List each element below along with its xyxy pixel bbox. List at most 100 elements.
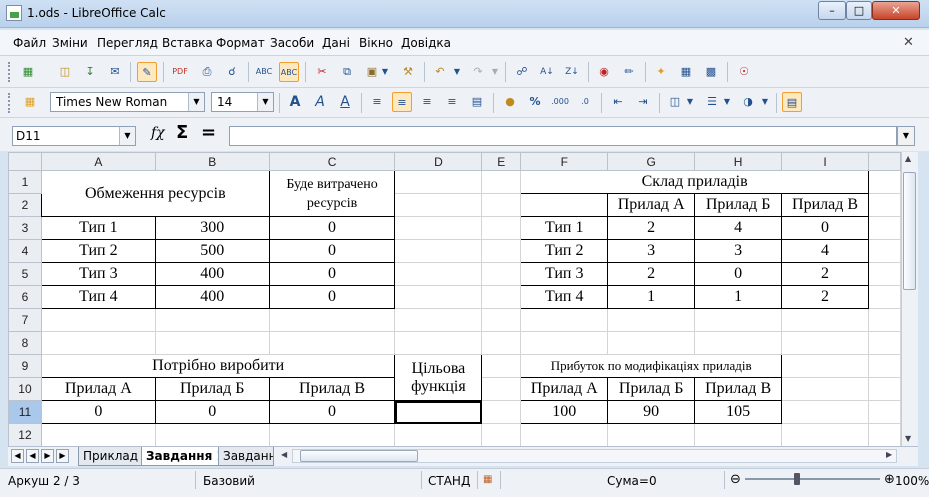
- maximize-button[interactable]: □: [846, 1, 872, 20]
- decrease-indent-icon[interactable]: ⇤: [608, 92, 628, 112]
- resource-type-cell[interactable]: Тип 4: [40, 285, 156, 309]
- cell[interactable]: [868, 331, 901, 355]
- cell[interactable]: [481, 193, 522, 217]
- resource-type-cell[interactable]: Тип 3: [40, 262, 156, 286]
- add-decimal-icon[interactable]: .0: [575, 92, 595, 112]
- resource-spent-cell[interactable]: 0: [268, 216, 396, 240]
- composition-value-cell[interactable]: 3: [607, 239, 696, 263]
- scroll-right-icon[interactable]: ▶: [886, 450, 892, 459]
- zoom-slider-track[interactable]: [745, 478, 880, 480]
- export-pdf-icon[interactable]: PDF: [170, 62, 190, 82]
- email-icon[interactable]: ✉: [105, 62, 125, 82]
- edit-mode-icon[interactable]: ✎: [137, 62, 157, 82]
- column-header-f[interactable]: F: [520, 152, 609, 171]
- border-style-icon[interactable]: ☰: [702, 92, 722, 112]
- chart-icon[interactable]: ◉: [594, 62, 614, 82]
- cell[interactable]: [481, 285, 522, 309]
- navigator-icon[interactable]: ✦: [651, 62, 671, 82]
- cell[interactable]: [40, 423, 156, 446]
- menu-file[interactable]: Файл: [13, 36, 46, 50]
- menu-window[interactable]: Вікно: [359, 36, 393, 50]
- next-sheet-icon[interactable]: ▶: [41, 449, 54, 463]
- expand-formula-bar-icon[interactable]: ▼: [897, 126, 915, 146]
- production-value-cell[interactable]: 0: [154, 400, 270, 424]
- cell[interactable]: [481, 377, 522, 401]
- composition-header-cell[interactable]: Прилад А: [607, 193, 696, 217]
- print-icon[interactable]: ⎙: [197, 62, 217, 82]
- sidebar-toggle-icon[interactable]: ▤: [782, 92, 802, 112]
- composition-value-cell[interactable]: 0: [781, 216, 870, 240]
- resource-type-cell[interactable]: Тип 2: [40, 239, 156, 263]
- cell[interactable]: [394, 216, 483, 240]
- cell[interactable]: [268, 423, 396, 446]
- italic-icon[interactable]: A: [310, 92, 330, 112]
- sheet-tab-task-2[interactable]: Завданн: [218, 447, 274, 466]
- sort-ascending-icon[interactable]: A↓: [537, 62, 557, 82]
- composition-type-cell[interactable]: Тип 2: [520, 239, 609, 263]
- production-value-cell[interactable]: 0: [40, 400, 156, 424]
- new-document-icon[interactable]: ▦: [18, 62, 38, 82]
- column-header-e[interactable]: E: [481, 152, 522, 171]
- production-header-cell[interactable]: Прилад А: [40, 377, 156, 401]
- cell[interactable]: [268, 308, 396, 332]
- cell[interactable]: [154, 331, 270, 355]
- cell[interactable]: [868, 239, 901, 263]
- composition-value-cell[interactable]: 0: [694, 262, 783, 286]
- cell[interactable]: [520, 331, 609, 355]
- first-sheet-icon[interactable]: ◀: [11, 449, 24, 463]
- cell[interactable]: [481, 423, 522, 446]
- cell[interactable]: [394, 308, 483, 332]
- cell[interactable]: [394, 239, 483, 263]
- menu-data[interactable]: Дані: [322, 36, 350, 50]
- undo-dropdown-icon[interactable]: ▼: [452, 62, 462, 82]
- cell[interactable]: [481, 239, 522, 263]
- composition-title-cell[interactable]: Склад приладів: [520, 170, 870, 194]
- production-header-cell[interactable]: Прилад Б: [154, 377, 270, 401]
- cell[interactable]: [154, 308, 270, 332]
- increase-indent-icon[interactable]: ⇥: [633, 92, 653, 112]
- gallery-icon[interactable]: ▦: [676, 62, 696, 82]
- composition-value-cell[interactable]: 3: [694, 239, 783, 263]
- cell[interactable]: [520, 193, 609, 217]
- standard-format-icon[interactable]: .000: [550, 92, 570, 112]
- cell[interactable]: [781, 377, 870, 401]
- save-icon[interactable]: ↧: [80, 62, 100, 82]
- toolbar-grip-icon[interactable]: [8, 93, 11, 113]
- cell[interactable]: [868, 423, 901, 446]
- profit-title-cell[interactable]: Прибуток по модифікаціях приладів: [520, 354, 783, 378]
- column-header-c[interactable]: C: [268, 152, 396, 171]
- zoom-out-icon[interactable]: ⊖: [730, 472, 741, 487]
- cell[interactable]: [481, 216, 522, 240]
- composition-type-cell[interactable]: Тип 4: [520, 285, 609, 309]
- redo-icon[interactable]: ↷: [468, 62, 488, 82]
- profit-value-cell[interactable]: 90: [607, 400, 696, 424]
- cell[interactable]: [868, 170, 901, 194]
- column-header-g[interactable]: G: [607, 152, 696, 171]
- help-icon[interactable]: ☉: [734, 62, 754, 82]
- profit-header-cell[interactable]: Прилад В: [694, 377, 783, 401]
- resource-limit-cell[interactable]: 400: [154, 285, 270, 309]
- zoom-in-icon[interactable]: ⊕: [884, 472, 895, 487]
- zoom-slider-knob[interactable]: [794, 473, 800, 485]
- profit-header-cell[interactable]: Прилад А: [520, 377, 609, 401]
- row-header[interactable]: 3: [8, 216, 42, 240]
- function-wizard-icon[interactable]: fχ: [151, 125, 165, 141]
- column-header-j[interactable]: [868, 152, 901, 171]
- cell[interactable]: [481, 308, 522, 332]
- cell[interactable]: [868, 193, 901, 217]
- background-color-icon[interactable]: ◑: [738, 92, 758, 112]
- cell[interactable]: [781, 331, 870, 355]
- undo-icon[interactable]: ↶: [430, 62, 450, 82]
- align-center-icon[interactable]: ≡: [392, 92, 412, 112]
- cell[interactable]: [607, 308, 696, 332]
- cell[interactable]: [481, 400, 522, 424]
- cell[interactable]: [40, 331, 156, 355]
- merge-cells-icon[interactable]: ▤: [467, 92, 487, 112]
- cell[interactable]: [394, 193, 483, 217]
- row-header[interactable]: 7: [8, 308, 42, 332]
- vertical-scroll-thumb[interactable]: [903, 172, 916, 290]
- function-icon[interactable]: =: [201, 122, 216, 143]
- composition-value-cell[interactable]: 2: [607, 262, 696, 286]
- cell[interactable]: [481, 170, 522, 194]
- cut-icon[interactable]: ✂: [312, 62, 332, 82]
